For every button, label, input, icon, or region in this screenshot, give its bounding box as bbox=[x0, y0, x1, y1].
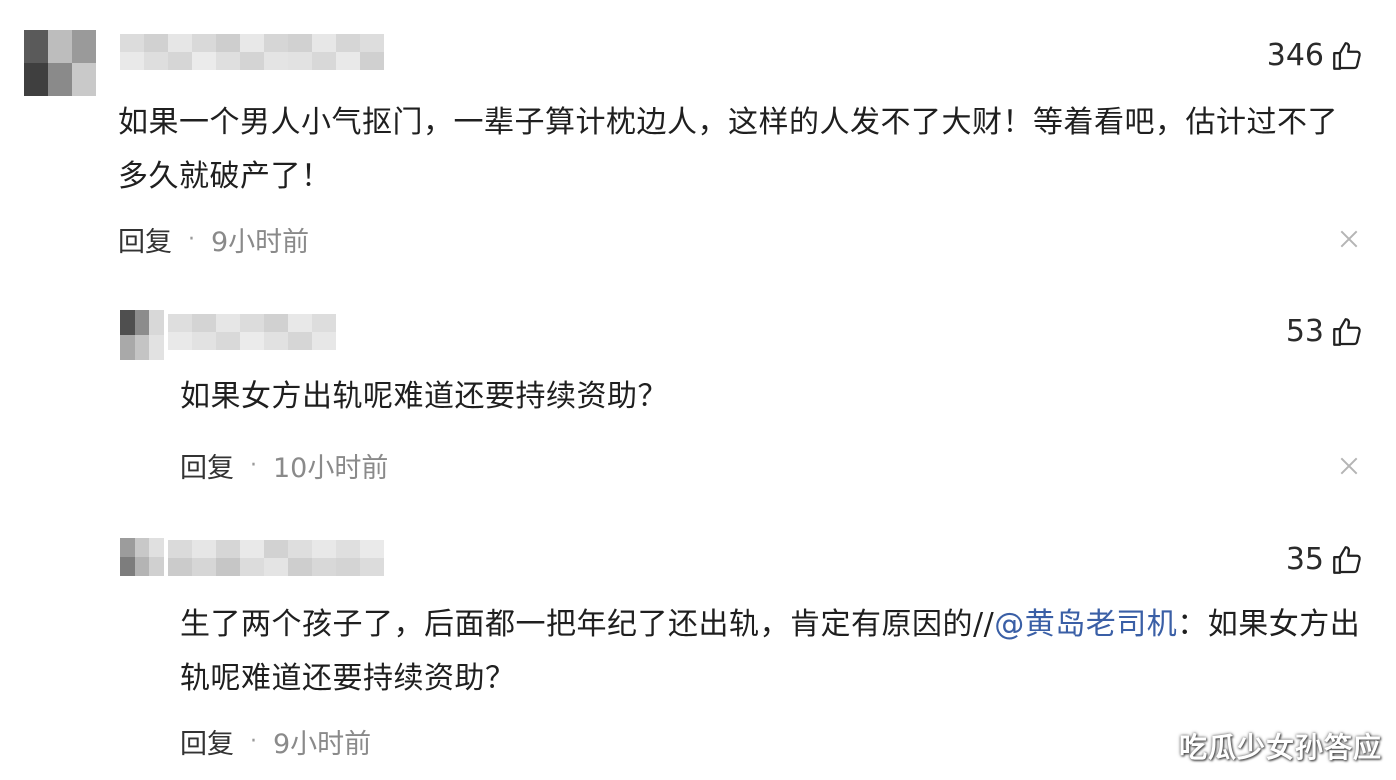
username-blurred[interactable] bbox=[168, 540, 384, 576]
avatar[interactable] bbox=[120, 310, 164, 360]
comment-meta: 回复 · 9小时前 bbox=[180, 722, 371, 761]
timestamp: 9小时前 bbox=[211, 227, 310, 258]
avatar[interactable] bbox=[120, 538, 164, 576]
timestamp: 10小时前 bbox=[273, 453, 389, 484]
comment-text: 生了两个孩子了，后面都一把年纪了还出轨，肯定有原因的//@黄岛老司机：如果女方出… bbox=[180, 598, 1365, 706]
separator-dot: · bbox=[250, 453, 257, 478]
reply-button[interactable]: 回复 bbox=[180, 722, 234, 761]
watermark: 吃瓜少女孙答应 bbox=[1178, 731, 1382, 764]
like-button[interactable]: 346 bbox=[1267, 38, 1364, 73]
username-blurred[interactable] bbox=[168, 314, 336, 350]
comment-meta: 回复 · 9小时前 bbox=[118, 220, 309, 259]
mention-link[interactable]: @黄岛老司机 bbox=[994, 607, 1177, 642]
like-button[interactable]: 53 bbox=[1286, 314, 1364, 349]
like-count: 346 bbox=[1266, 38, 1324, 73]
comment-text: 如果一个男人小气抠门，一辈子算计枕边人，这样的人发不了大财！等着看吧，估计过不了… bbox=[118, 105, 1338, 194]
like-count: 35 bbox=[1285, 542, 1324, 577]
close-icon[interactable] bbox=[1338, 228, 1360, 250]
comment-text: 如果女方出轨呢难道还要持续资助？ bbox=[180, 379, 668, 414]
timestamp: 9小时前 bbox=[273, 729, 372, 760]
thumbs-up-icon bbox=[1333, 317, 1361, 346]
reply-button[interactable]: 回复 bbox=[118, 220, 172, 259]
separator-dot: · bbox=[250, 729, 257, 754]
comment-meta: 回复 · 10小时前 bbox=[180, 446, 388, 485]
comment-text-before: 生了两个孩子了，后面都一把年纪了还出轨，肯定有原因的// bbox=[180, 607, 995, 642]
thumbs-up-icon bbox=[1333, 545, 1361, 574]
separator-dot: · bbox=[188, 227, 195, 252]
like-button[interactable]: 35 bbox=[1286, 542, 1364, 577]
close-icon[interactable] bbox=[1338, 455, 1360, 477]
like-count: 53 bbox=[1285, 314, 1324, 349]
reply-button[interactable]: 回复 bbox=[180, 446, 234, 485]
thumbs-up-icon bbox=[1333, 41, 1361, 70]
username-blurred[interactable] bbox=[120, 34, 384, 70]
avatar[interactable] bbox=[24, 30, 96, 96]
